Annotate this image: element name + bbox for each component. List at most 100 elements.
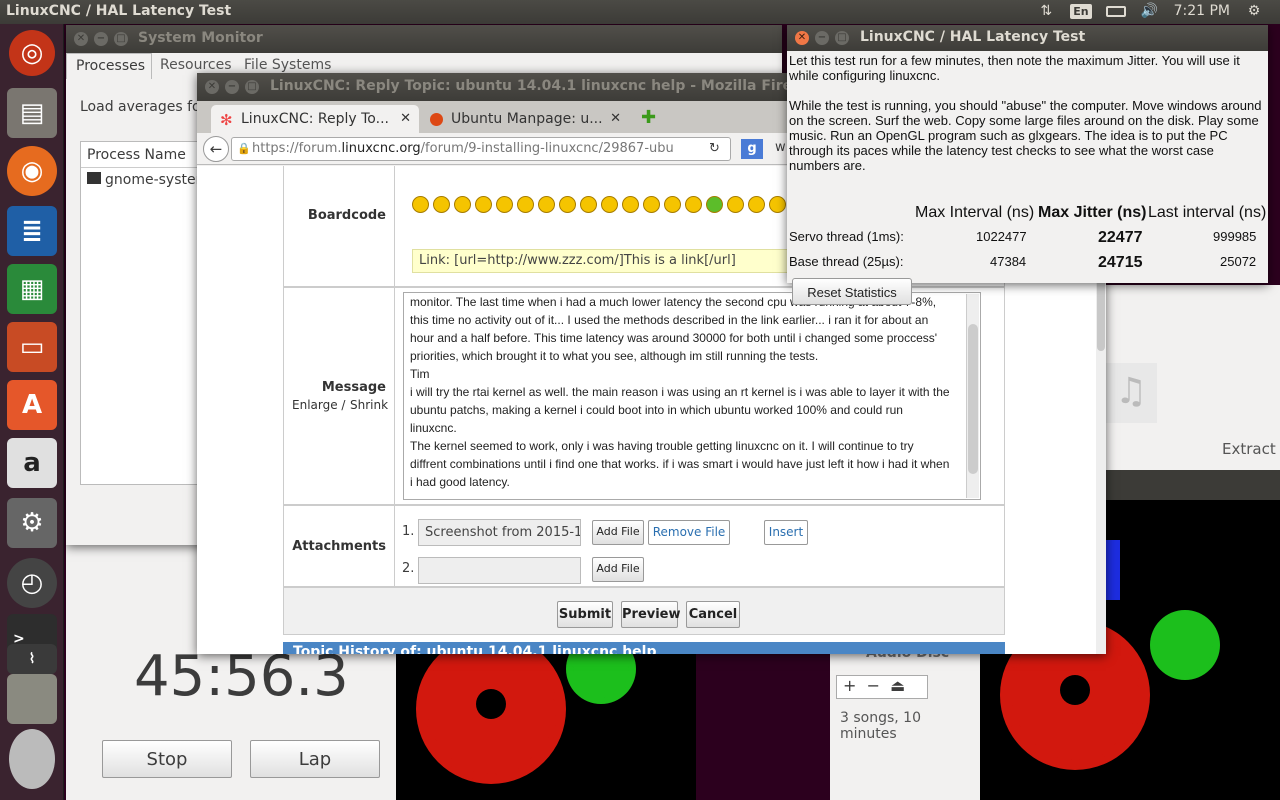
header-max-interval: Max Interval (ns) <box>915 204 1035 221</box>
url-bar[interactable]: 🔒 https://forum.linuxcnc.org/forum/9-inst… <box>231 137 731 161</box>
intro-text: Let this test run for a few minutes, the… <box>789 53 1240 83</box>
tab-ubuntu-manpage[interactable]: Ubuntu Manpage: u... ✕ <box>421 105 629 133</box>
close-icon[interactable]: ✕ <box>74 32 88 46</box>
search-box[interactable]: w <box>775 140 786 155</box>
submit-button[interactable]: Submit <box>557 601 613 628</box>
header-max-jitter: Max Jitter (ns) <box>1038 204 1147 221</box>
impress-icon[interactable]: ▭ <box>7 322 57 372</box>
volume-icon[interactable]: 🔊 <box>1140 2 1160 20</box>
keyboard-indicator[interactable]: En <box>1070 3 1092 19</box>
enlarge-link[interactable]: Enlarge / <box>292 398 345 412</box>
close-tab-icon[interactable]: ✕ <box>610 111 621 126</box>
clock[interactable]: 7:21 PM <box>1174 3 1230 19</box>
maximize-icon[interactable]: □ <box>114 32 128 46</box>
smiley-icon[interactable] <box>538 196 555 213</box>
maximize-icon[interactable]: □ <box>245 80 259 94</box>
system-monitor-titlebar: ✕ − □ System Monitor <box>66 25 782 53</box>
gear-icon[interactable]: ⚙ <box>1244 2 1264 20</box>
message-textarea[interactable]: monitor. The last time when i had a much… <box>403 292 981 500</box>
smiley-icon[interactable] <box>496 196 513 213</box>
minimize-icon[interactable]: − <box>225 80 239 94</box>
reset-statistics-button[interactable]: Reset Statistics <box>792 278 912 305</box>
smiley-icon[interactable] <box>748 196 765 213</box>
attachment-1-number: 1. <box>402 524 415 539</box>
system-monitor-icon[interactable]: ⌇ <box>7 644 57 674</box>
stop-button[interactable]: Stop <box>102 740 232 778</box>
ubuntu-icon <box>430 113 443 126</box>
tab-resources[interactable]: Resources <box>160 57 232 73</box>
tab-reply-topic[interactable]: ✻ LinuxCNC: Reply To... ✕ <box>211 105 419 133</box>
base-thread-label: Base thread (25µs): <box>789 254 904 269</box>
calc-icon[interactable]: ▦ <box>7 264 57 314</box>
new-tab-icon[interactable]: ✚ <box>641 107 656 128</box>
attachment-2-field[interactable] <box>418 557 581 584</box>
add-file-button-2[interactable]: Add File <box>592 557 644 582</box>
amazon-icon[interactable]: a <box>7 438 57 488</box>
search-engine-icon[interactable]: g <box>741 139 763 159</box>
files-icon[interactable]: ▤ <box>7 88 57 138</box>
smiley-icon[interactable] <box>664 196 681 213</box>
close-icon[interactable]: ✕ <box>795 31 809 45</box>
close-icon[interactable]: ✕ <box>205 80 219 94</box>
glxgears-window-1 <box>396 654 696 800</box>
message-line: Tim <box>410 367 430 381</box>
lap-button[interactable]: Lap <box>250 740 380 778</box>
message-label: Message <box>321 380 386 395</box>
writer-icon[interactable]: ≣ <box>7 206 57 256</box>
software-center-icon[interactable]: A <box>7 380 57 430</box>
smiley-icon[interactable] <box>622 196 639 213</box>
network-icon[interactable]: ⇅ <box>1036 2 1056 20</box>
latency-body: Let this test run for a few minutes, the… <box>787 51 1268 305</box>
textarea-scrollbar[interactable] <box>966 294 979 498</box>
smiley-icon[interactable] <box>475 196 492 213</box>
tab-processes[interactable]: Processes <box>66 53 152 79</box>
clock-icon[interactable]: ◴ <box>7 558 57 608</box>
back-icon[interactable]: ← <box>203 136 229 162</box>
music-note-icon: ♫ <box>1105 363 1157 423</box>
smiley-icon[interactable] <box>601 196 618 213</box>
settings-icon[interactable]: ⚙ <box>7 498 57 548</box>
url-path: /forum/9-installing-linuxcnc/29867-ubu <box>420 141 674 156</box>
tab-file-systems[interactable]: File Systems <box>244 57 331 73</box>
shrink-link[interactable]: Shrink <box>350 398 388 412</box>
smiley-bar <box>410 196 790 220</box>
servo-max-interval: 1022477 <box>976 229 1027 244</box>
add-track-icon[interactable]: + − ⏏ <box>836 675 928 699</box>
smiley-icon[interactable] <box>559 196 576 213</box>
add-file-button[interactable]: Add File <box>592 520 644 545</box>
battery-icon[interactable] <box>1105 2 1126 20</box>
minimize-icon[interactable]: − <box>94 32 108 46</box>
insert-button[interactable]: Insert <box>764 520 808 545</box>
cancel-button[interactable]: Cancel <box>686 601 740 628</box>
stacked-apps-icon[interactable] <box>7 674 57 724</box>
link-hint: Link: [url=http://www.zzz.com/]This is a… <box>412 249 792 273</box>
maximize-icon[interactable]: □ <box>835 31 849 45</box>
process-name: gnome-syster <box>105 172 202 188</box>
extract-button[interactable]: Extract <box>1222 440 1276 458</box>
attachment-1-field[interactable]: Screenshot from 2015-12- <box>418 519 581 546</box>
message-line: priorities, which brought it to what you… <box>410 349 819 363</box>
smiley-icon[interactable] <box>580 196 597 213</box>
url-domain: linuxcnc.org <box>341 141 421 156</box>
smiley-icon[interactable] <box>727 196 744 213</box>
smiley-icon[interactable] <box>454 196 471 213</box>
close-tab-icon[interactable]: ✕ <box>400 111 411 126</box>
smiley-icon[interactable] <box>433 196 450 213</box>
reload-icon[interactable]: ↻ <box>709 141 720 156</box>
preview-button[interactable]: Preview <box>621 601 681 628</box>
smiley-icon[interactable] <box>706 196 723 213</box>
smiley-icon[interactable] <box>517 196 534 213</box>
smiley-icon[interactable] <box>412 196 429 213</box>
attachments-row: Attachments 1. Screenshot from 2015-12- … <box>283 505 1005 588</box>
smiley-icon[interactable] <box>769 196 786 213</box>
smiley-icon[interactable] <box>643 196 660 213</box>
message-line: this time no activity out of it... I use… <box>410 313 929 327</box>
remove-file-button[interactable]: Remove File <box>648 520 730 545</box>
smiley-icon[interactable] <box>685 196 702 213</box>
firefox-icon[interactable]: ◉ <box>7 146 57 196</box>
ubuntu-dash-icon[interactable]: ◎ <box>9 30 55 76</box>
minimize-icon[interactable]: − <box>815 31 829 45</box>
disc-icon[interactable] <box>9 729 55 789</box>
base-max-interval: 47384 <box>990 254 1027 269</box>
active-window-title: LinuxCNC / HAL Latency Test <box>6 3 232 19</box>
